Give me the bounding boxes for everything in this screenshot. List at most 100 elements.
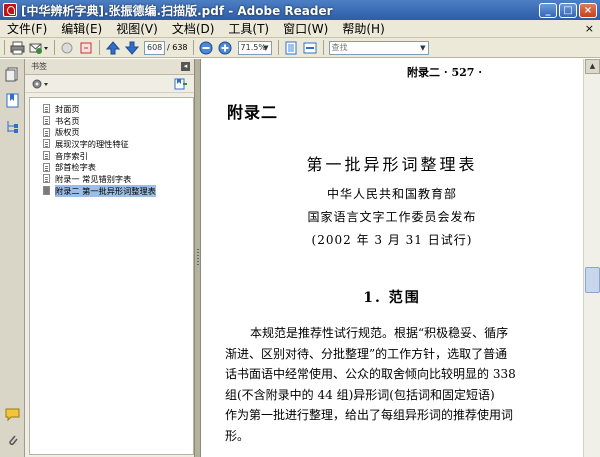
arrow-down-icon	[124, 41, 139, 55]
bookmark-item[interactable]: 书名页	[30, 115, 193, 127]
minimize-icon: _	[545, 4, 551, 16]
options-icon[interactable]	[31, 78, 51, 90]
bookmark-label: 附录二 第一批异形词整理表	[55, 184, 156, 197]
title-bar: [中华辨析字典].张振德编.扫描版.pdf - Adobe Reader _ □…	[0, 0, 600, 20]
fit-width-icon	[303, 42, 317, 53]
scroll-up-button[interactable]: ▲	[585, 59, 600, 74]
paragraph-line: 作为第一批进行整理，给出了每组异形词的推荐使用词	[225, 408, 514, 423]
select-tool-button[interactable]	[78, 40, 95, 56]
toolbar-separator	[54, 40, 55, 55]
bookmarks-toolbar	[25, 75, 194, 93]
page-icon	[43, 162, 50, 172]
bookmark-item-selected[interactable]: 附录二 第一批异形词整理表	[30, 184, 193, 197]
fit-page-button[interactable]	[283, 40, 300, 56]
bookmark-label: 封面页	[55, 103, 80, 114]
minimize-button[interactable]: _	[539, 2, 557, 18]
pages-icon	[5, 67, 18, 82]
arrow-up-icon	[105, 40, 120, 54]
issue-date: (2002 年 3 月 31 日试行)	[311, 233, 473, 247]
menu-tools[interactable]: 工具(T)	[221, 20, 276, 37]
zoom-select[interactable]: 71.5% ▼	[237, 40, 272, 55]
close-button[interactable]: ×	[579, 2, 597, 18]
model-tree-button[interactable]	[5, 119, 20, 134]
pages-panel-button[interactable]	[5, 67, 20, 82]
close-icon: ×	[583, 4, 593, 16]
page-count: / 638	[167, 43, 188, 52]
bookmark-item[interactable]: 版权页	[30, 126, 193, 138]
search-input[interactable]: 查找 ▼	[328, 40, 429, 55]
toolbar-grip	[4, 40, 5, 55]
maximize-button[interactable]: □	[559, 2, 577, 18]
page-icon	[43, 116, 50, 126]
printer-icon	[10, 41, 25, 54]
maximize-icon: □	[563, 4, 573, 16]
hand-tool-button[interactable]	[59, 40, 76, 56]
menu-edit[interactable]: 编辑(E)	[54, 20, 109, 37]
print-button[interactable]	[9, 40, 26, 56]
bookmark-label: 展现汉字的理性特征	[55, 138, 129, 149]
bookmarks-panel-title: 书签	[31, 62, 47, 71]
page-icon	[43, 151, 50, 161]
zoom-in-icon	[218, 41, 232, 54]
bookmark-item[interactable]: 展现汉字的理性特征	[30, 138, 193, 150]
window-controls: _ □ ×	[539, 2, 597, 18]
next-page-button[interactable]	[123, 40, 140, 56]
panel-close-button[interactable]: ◂	[181, 62, 190, 71]
splitter-grip	[197, 249, 199, 267]
vertical-scrollbar[interactable]: ▲	[583, 59, 600, 457]
bookmark-label: 书名页	[55, 115, 80, 126]
scrollbar-thumb[interactable]	[585, 267, 600, 293]
attachments-panel-button[interactable]	[5, 433, 20, 448]
tree-icon	[7, 121, 18, 133]
fit-width-button[interactable]	[302, 40, 319, 56]
page-icon	[43, 174, 50, 184]
issuer-line: 中华人民共和国教育部	[326, 187, 457, 201]
page-icon	[43, 186, 50, 196]
bookmarks-panel-header: 书签 ◂	[25, 59, 194, 75]
bookmark-item[interactable]: 封面页	[30, 103, 193, 115]
zoom-in-button[interactable]	[217, 40, 234, 56]
chevron-down-icon: ▼	[263, 43, 269, 52]
previous-page-button[interactable]	[104, 40, 121, 56]
zoom-out-button[interactable]	[198, 40, 215, 56]
paragraph-line: 形。	[225, 428, 250, 443]
menu-bar: 文件(F) 编辑(E) 视图(V) 文档(D) 工具(T) 窗口(W) 帮助(H…	[0, 20, 600, 38]
menu-view[interactable]: 视图(V)	[109, 20, 165, 37]
bookmark-item[interactable]: 附录一 常见错别字表	[30, 173, 193, 185]
chevron-down-icon: ▼	[420, 43, 426, 52]
document-close-button[interactable]: ×	[585, 22, 594, 35]
bookmark-item[interactable]: 音序索引	[30, 150, 193, 162]
comments-panel-button[interactable]	[5, 407, 20, 422]
comment-icon	[5, 408, 20, 422]
new-bookmark-icon[interactable]	[174, 78, 188, 90]
bookmarks-panel-button[interactable]	[5, 93, 20, 108]
bookmark-label: 附录一 常见错别字表	[55, 173, 132, 184]
zoom-value: 71.5%	[240, 42, 266, 52]
toolbar-separator	[99, 40, 100, 55]
paragraph-line: 组(不含附录中的 44 组)异形词(包括词和固定短语)	[225, 387, 495, 402]
toolbar-separator	[277, 40, 279, 55]
paperclip-icon	[9, 435, 18, 446]
page-icon	[43, 104, 50, 114]
panel-splitter[interactable]	[194, 59, 201, 457]
document-view[interactable]: 附录二 · 527 · 附录二 第一批异形词整理表 中华人民共和国教育部 国家语…	[201, 59, 583, 457]
menu-window[interactable]: 窗口(W)	[276, 20, 335, 37]
toolbar: 608 / 638 71.5% ▼ 查找 ▼	[0, 38, 600, 58]
menu-help[interactable]: 帮助(H)	[335, 20, 391, 37]
body-paragraph: 本规范是推荐性试行规范。根据“积极稳妥、循序 渐进、区别对待、分批整理”的工作方…	[225, 323, 560, 447]
share-button[interactable]	[28, 40, 50, 56]
menu-document[interactable]: 文档(D)	[165, 20, 222, 37]
window-title: [中华辨析字典].张振德编.扫描版.pdf - Adobe Reader	[21, 3, 333, 18]
bookmark-label: 音序索引	[55, 150, 88, 161]
page-icon	[43, 139, 50, 149]
bookmark-item[interactable]: 部首检字表	[30, 161, 193, 173]
menu-file[interactable]: 文件(F)	[0, 20, 54, 37]
zoom-out-icon	[199, 41, 213, 54]
paragraph-line: 渐进、区别对待、分批整理”的工作方针，选取了普通	[225, 346, 508, 361]
navigation-pane-strip	[0, 59, 25, 457]
page-number-input[interactable]: 608	[144, 40, 165, 55]
bookmark-icon	[6, 93, 19, 108]
bookmark-label: 部首检字表	[55, 162, 96, 173]
fit-page-icon	[285, 41, 297, 54]
hand-icon	[61, 42, 73, 53]
